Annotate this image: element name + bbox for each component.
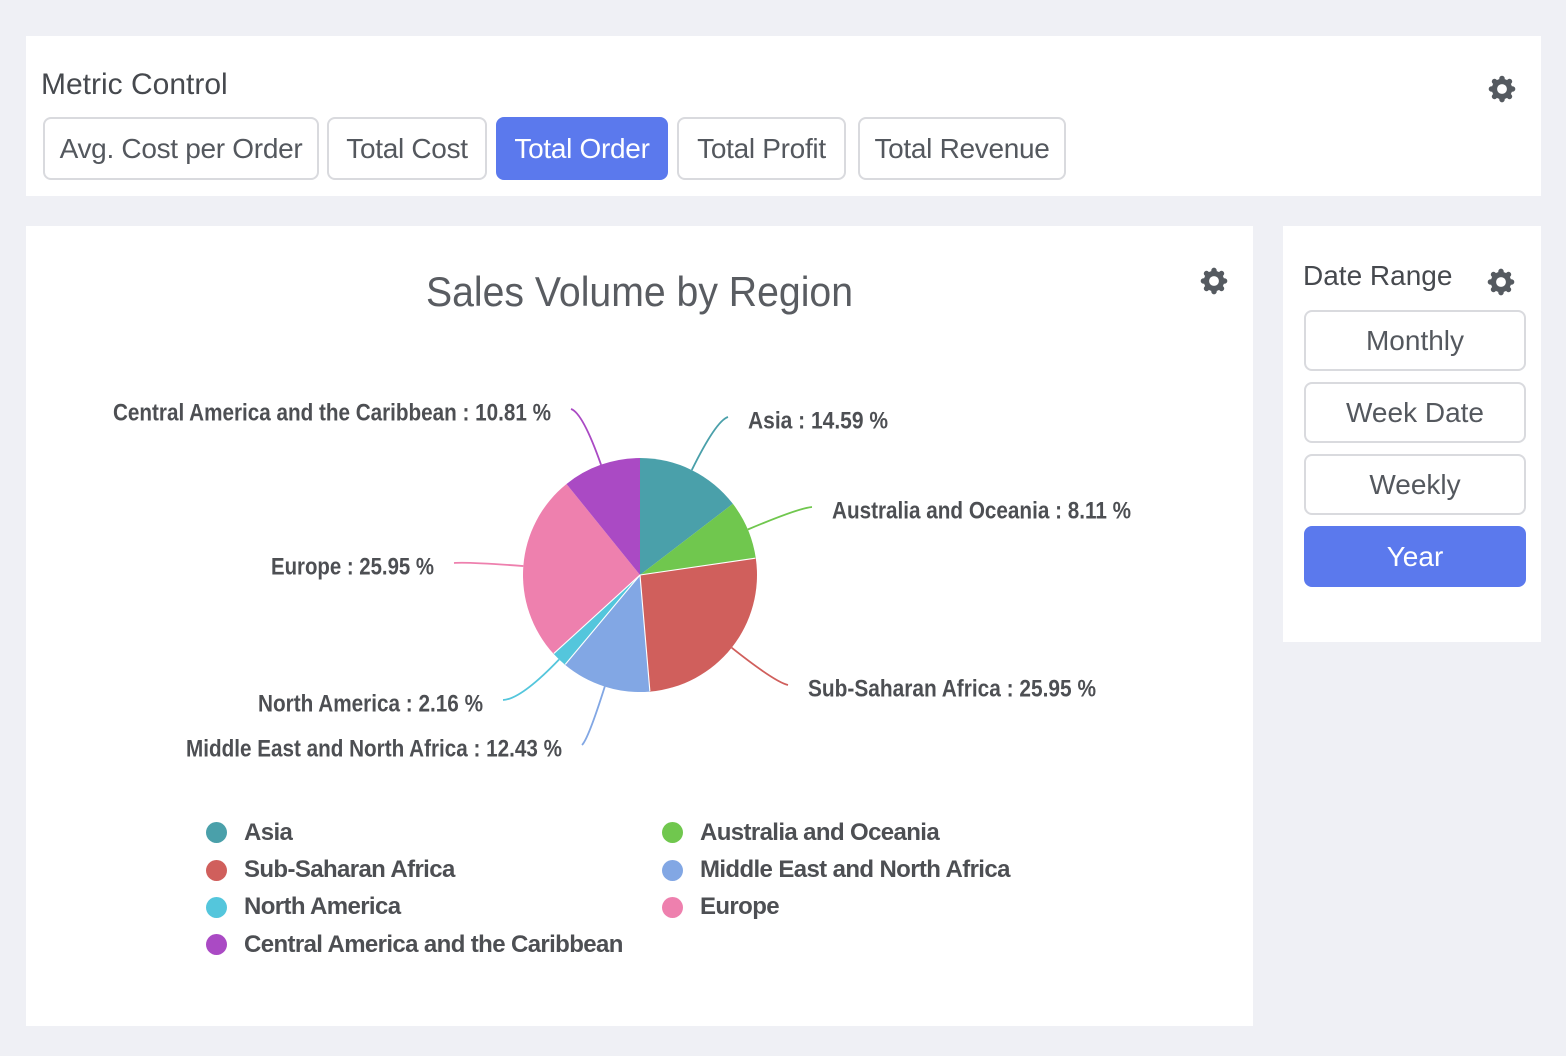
date-range-button-week-date[interactable]: Week Date — [1304, 382, 1526, 443]
date-range-title: Date Range — [1303, 260, 1452, 292]
pie-label-line — [503, 659, 559, 700]
legend-item-europe[interactable]: Europe — [662, 889, 1010, 926]
pie-label-line — [454, 563, 523, 566]
date-range-button-weekly[interactable]: Weekly — [1304, 454, 1526, 515]
metric-button-total-cost[interactable]: Total Cost — [327, 117, 487, 180]
gear-icon[interactable] — [1487, 74, 1517, 104]
pie-label-line — [582, 687, 605, 745]
legend-label: North America — [244, 893, 400, 921]
legend-dot — [206, 934, 227, 955]
pie-label-line — [692, 417, 728, 470]
gear-icon[interactable] — [1199, 266, 1229, 296]
chart-legend-right-column: Australia and Oceania Middle East and Nor… — [662, 814, 1010, 926]
metric-control-title: Metric Control — [41, 68, 228, 102]
metric-button-total-revenue[interactable]: Total Revenue — [858, 117, 1066, 180]
pie-label: Asia : 14.59 % — [748, 408, 888, 435]
legend-dot — [662, 822, 683, 843]
legend-dot — [206, 822, 227, 843]
chart-title: Sales Volume by Region — [426, 268, 853, 315]
metric-button-total-order[interactable]: Total Order — [496, 117, 668, 180]
legend-label: Middle East and North Africa — [700, 856, 1010, 884]
chart-legend-left-column: Asia Sub-Saharan Africa North America Centr… — [206, 814, 623, 964]
pie-label-line — [748, 507, 812, 530]
pie-label-line — [732, 648, 788, 685]
legend-item-central-america-and-the-caribbean[interactable]: Central America and the Caribbean — [206, 926, 623, 963]
legend-dot — [206, 897, 227, 918]
date-range-button-year[interactable]: Year — [1304, 526, 1526, 587]
pie-label-line — [571, 409, 601, 465]
legend-label: Europe — [700, 893, 779, 921]
legend-item-sub-saharan-africa[interactable]: Sub-Saharan Africa — [206, 851, 623, 888]
legend-label: Sub-Saharan Africa — [244, 856, 455, 884]
legend-item-asia[interactable]: Asia — [206, 814, 623, 851]
pie-label: Middle East and North Africa : 12.43 % — [186, 736, 562, 763]
sales-volume-chart-panel: Sales Volume by Region Asia : 14.59 % Aust… — [26, 226, 1253, 1026]
legend-label: Central America and the Caribbean — [244, 931, 623, 959]
pie-label: North America : 2.16 % — [258, 691, 483, 718]
legend-label: Asia — [244, 819, 292, 847]
legend-dot — [206, 860, 227, 881]
date-range-panel: Date Range Monthly Week Date Weekly Year — [1283, 226, 1541, 642]
metric-control-panel: Metric Control Avg. Cost per OrderTotal … — [26, 36, 1541, 196]
pie-label: Sub-Saharan Africa : 25.95 % — [808, 676, 1096, 703]
metric-button-total-profit[interactable]: Total Profit — [677, 117, 846, 180]
pie-slice-sub-saharan-africa[interactable] — [640, 558, 757, 691]
metric-button-avg-cost-per-order[interactable]: Avg. Cost per Order — [43, 117, 319, 180]
pie-label: Europe : 25.95 % — [271, 554, 434, 581]
pie-label: Australia and Oceania : 8.11 % — [832, 498, 1131, 525]
legend-item-middle-east-and-north-africa[interactable]: Middle East and North Africa — [662, 851, 1010, 888]
legend-item-australia-and-oceania[interactable]: Australia and Oceania — [662, 814, 1010, 851]
date-range-button-monthly[interactable]: Monthly — [1304, 310, 1526, 371]
legend-dot — [662, 860, 683, 881]
gear-icon[interactable] — [1486, 267, 1516, 297]
pie-label: Central America and the Caribbean : 10.8… — [113, 400, 551, 427]
legend-item-north-america[interactable]: North America — [206, 889, 623, 926]
legend-dot — [662, 897, 683, 918]
legend-label: Australia and Oceania — [700, 819, 939, 847]
